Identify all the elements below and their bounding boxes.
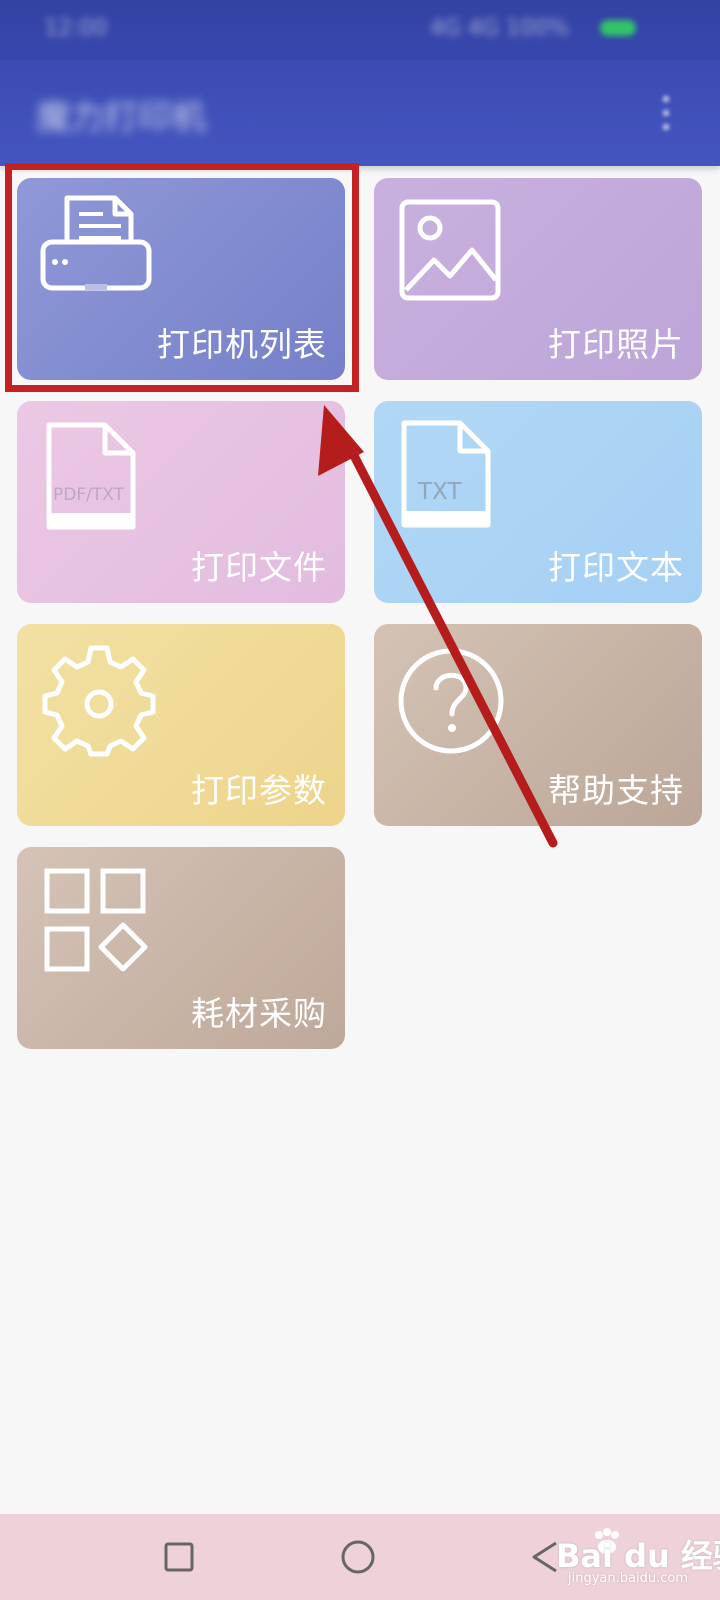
tile-label: 打印参数: [191, 771, 327, 810]
recent-apps-icon[interactable]: [163, 1541, 195, 1573]
battery-icon: [600, 20, 636, 36]
tile-label: 打印文件: [191, 548, 327, 587]
watermark: Bai du 经验 jingyan.baidu.com: [536, 1527, 720, 1593]
tile-print-photo[interactable]: 打印照片: [374, 178, 702, 380]
tile-label: 耗材采购: [191, 994, 327, 1033]
tile-print-file[interactable]: PDF/TXT 打印文件: [17, 401, 345, 603]
app-bar: 魔力打印机: [0, 60, 720, 166]
grid-icon: [44, 868, 148, 972]
status-bar: 12:00 4G 4G 100%: [0, 0, 720, 60]
help-icon: [398, 648, 504, 754]
tile-print-text[interactable]: TXT 打印文本: [374, 401, 702, 603]
more-vert-icon[interactable]: [660, 96, 672, 136]
document-txt-icon-text: TXT: [418, 479, 462, 505]
status-icons: 4G 4G 100%: [430, 16, 569, 41]
document-pdf-icon-text: PDF/TXT: [53, 485, 124, 505]
document-txt-icon: [401, 420, 491, 528]
app-title: 魔力打印机: [36, 98, 206, 138]
status-time: 12:00: [44, 16, 108, 41]
printer-icon: [40, 195, 152, 291]
tile-printer-list[interactable]: 打印机列表: [17, 178, 345, 380]
tile-help-support[interactable]: 帮助支持: [374, 624, 702, 826]
tile-label: 打印机列表: [157, 325, 327, 364]
tile-label: 打印照片: [548, 325, 684, 364]
tile-consumables[interactable]: 耗材采购: [17, 847, 345, 1049]
image-icon: [399, 199, 501, 301]
document-pdf-icon: [46, 422, 136, 530]
home-icon[interactable]: [340, 1539, 376, 1575]
gear-icon: [42, 645, 156, 757]
tile-print-params[interactable]: 打印参数: [17, 624, 345, 826]
tile-label: 帮助支持: [548, 771, 684, 810]
tile-label: 打印文本: [548, 548, 684, 587]
watermark-sub-text: jingyan.baidu.com: [568, 1571, 688, 1586]
